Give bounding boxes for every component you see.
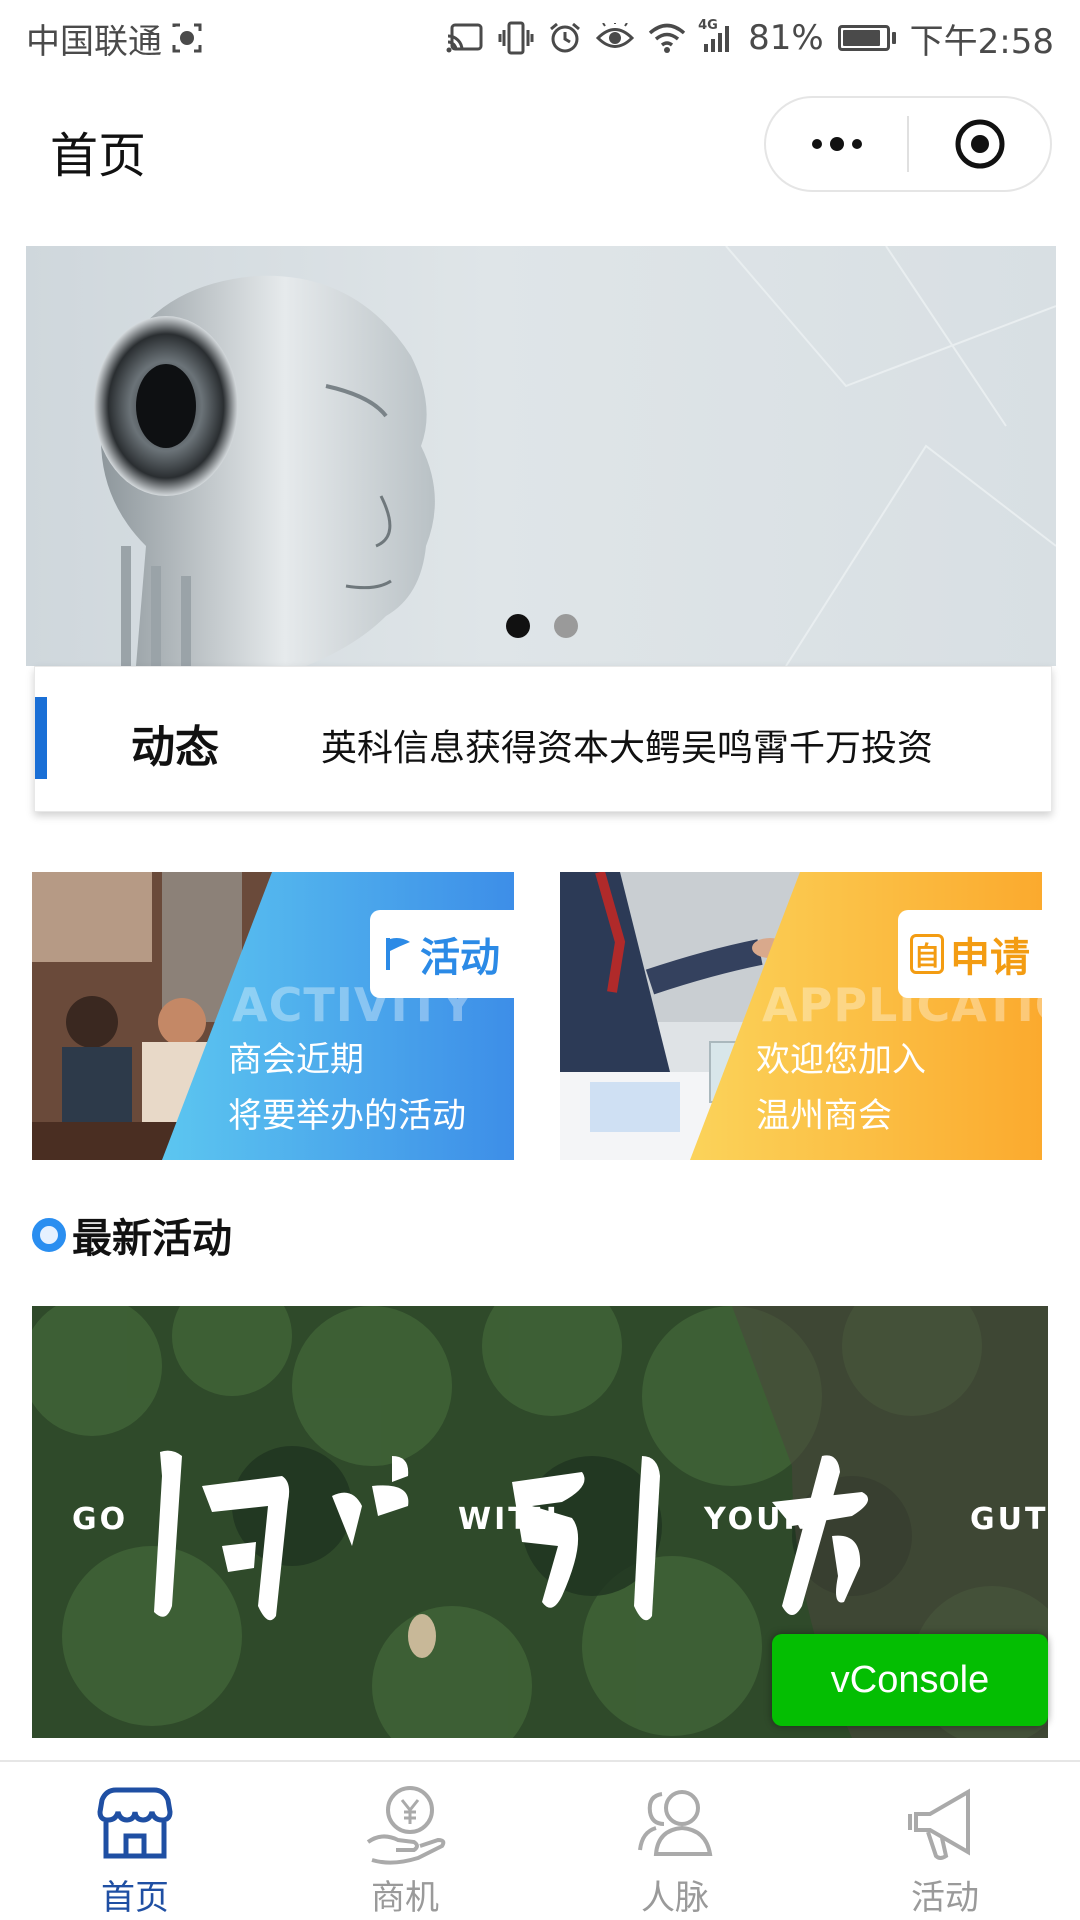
dot — [851, 139, 862, 149]
store-icon — [97, 1787, 173, 1859]
featured-caption-with: WITH — [458, 1502, 560, 1537]
flag-icon — [386, 938, 410, 970]
battery-tip — [891, 32, 896, 44]
dot — [811, 139, 822, 149]
status-left: 中国联通 — [26, 14, 204, 63]
tab-activities[interactable]: 活动 — [810, 1762, 1080, 1920]
banner-carousel[interactable] — [26, 246, 1056, 666]
activity-line-1: 商会近期 — [228, 1040, 364, 1080]
signal-icon: 4G — [698, 18, 734, 54]
battery-icon — [837, 25, 896, 51]
bottom-tab-bar: 首页 商机 人脉 活动 — [0, 1760, 1080, 1920]
carousel-indicators — [506, 614, 578, 638]
battery-fill — [842, 30, 880, 46]
money-hand-icon — [366, 1786, 446, 1865]
ticker-accent-bar — [35, 697, 47, 779]
alarm-icon — [548, 21, 582, 55]
ticker-headline[interactable]: 英科信息获得资本大鳄吴鸣霄千万投资 — [321, 719, 933, 771]
ticker-label: 动态 — [131, 722, 219, 773]
vconsole-button[interactable]: vConsole — [772, 1634, 1048, 1726]
tab-label: 人脉 — [641, 1878, 709, 1918]
screen-record-icon — [170, 21, 204, 55]
tab-label: 首页 — [101, 1878, 169, 1918]
news-ticker[interactable]: 动态 英科信息获得资本大鳄吴鸣霄千万投资 — [34, 666, 1052, 812]
robot-head-image — [94, 246, 1056, 666]
application-line-2: 温州商会 — [756, 1096, 892, 1136]
cast-icon — [446, 22, 484, 54]
carousel-dot[interactable] — [506, 614, 530, 638]
activity-tag-label: 活动 — [420, 935, 500, 981]
tab-label: 商机 — [371, 1878, 439, 1918]
status-bar: 中国联通 4G 81% 下午2:58 — [0, 0, 1080, 76]
nav-bar: 首页 — [0, 76, 1080, 216]
self-badge-icon: 自 — [910, 934, 944, 974]
application-card[interactable]: APPLICATION 自 申请 欢迎您加入 温州商会 — [560, 872, 1042, 1160]
activity-tag: 活动 — [370, 910, 514, 998]
vibrate-icon — [498, 21, 534, 55]
application-tag-label: 申请 — [950, 935, 1030, 981]
tab-opportunities[interactable]: 商机 — [270, 1762, 540, 1920]
carousel-dot[interactable] — [554, 614, 578, 638]
activity-card[interactable]: ACTIVITY 活动 商会近期 将要举办的活动 — [32, 872, 514, 1160]
section-latest-activities: 最新活动 — [32, 1206, 232, 1264]
section-bullet-icon — [32, 1218, 66, 1252]
clock: 下午2:58 — [909, 21, 1054, 62]
mini-program-capsule — [764, 96, 1052, 192]
page-title: 首页 — [50, 128, 147, 184]
featured-caption-gut: GUT — [970, 1502, 1048, 1537]
battery-percent: 81% — [748, 18, 824, 58]
target-close-icon[interactable] — [909, 98, 1050, 190]
eye-icon — [596, 23, 635, 53]
tab-connections[interactable]: 人脉 — [540, 1762, 810, 1920]
network-type: 4G — [698, 18, 718, 33]
wifi-icon — [648, 22, 686, 54]
carrier-name: 中国联通 — [26, 21, 162, 62]
featured-caption-your: YOUR — [704, 1502, 810, 1537]
section-title: 最新活动 — [72, 1216, 232, 1262]
activity-line-2: 将要举办的活动 — [228, 1096, 466, 1136]
people-icon — [638, 1790, 713, 1856]
dot — [829, 137, 844, 151]
tab-home[interactable]: 首页 — [0, 1762, 270, 1920]
tab-label: 活动 — [911, 1878, 979, 1918]
more-dots-icon[interactable] — [766, 98, 907, 190]
application-line-1: 欢迎您加入 — [756, 1040, 926, 1080]
status-right: 4G 81% 下午2:58 — [446, 14, 1054, 63]
application-tag: 自 申请 — [898, 910, 1042, 998]
featured-caption-go: GO — [72, 1502, 129, 1537]
battery-body — [837, 25, 890, 51]
megaphone-icon — [908, 1788, 970, 1860]
